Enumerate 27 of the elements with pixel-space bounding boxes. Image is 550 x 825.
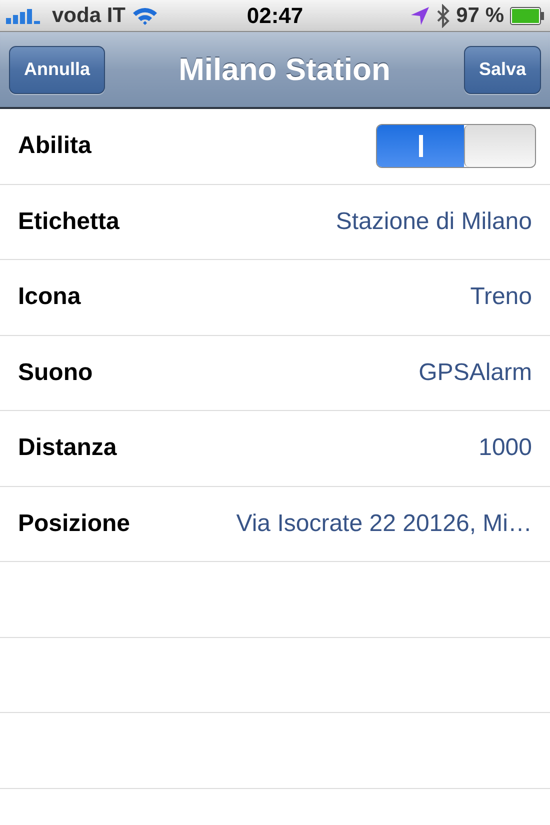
bluetooth-icon: [436, 4, 450, 28]
setting-label: Distanza: [18, 434, 117, 462]
toggle-switch[interactable]: [376, 124, 536, 168]
setting-value: GPSAlarm: [418, 358, 532, 387]
setting-value: Stazione di Milano: [336, 208, 532, 236]
setting-value: Via Isocrate 22 20126, Mi…: [236, 510, 532, 538]
battery-percentage: 97 %: [456, 4, 504, 28]
setting-label: Abilita: [18, 132, 92, 160]
setting-value: 1000: [478, 434, 532, 462]
carrier-name: voda IT: [52, 4, 126, 28]
settings-row[interactable]: Suono GPSAlarm: [0, 336, 550, 411]
location-arrow-icon: [410, 6, 430, 26]
setting-value: Treno: [470, 283, 532, 312]
settings-row[interactable]: Distanza 1000: [0, 411, 550, 486]
settings-row[interactable]: Etichetta Stazione di Milano: [0, 184, 550, 260]
clock-time: 02:47: [246, 2, 304, 28]
settings-row[interactable]: Icona Treno: [0, 260, 550, 336]
setting-label: Icona: [18, 283, 81, 312]
setting-label: Etichetta: [18, 208, 120, 236]
battery-icon: [510, 6, 544, 24]
setting-label: Posizione: [18, 510, 130, 538]
wifi-icon: [132, 6, 158, 26]
nav-title: Milano Station: [178, 52, 390, 88]
save-button[interactable]: Salva: [464, 46, 541, 94]
cancel-button[interactable]: Annulla: [9, 46, 105, 94]
setting-label: Suono: [18, 358, 93, 387]
settings-row[interactable]: Posizione Via Isocrate 22 20126, Mi…: [0, 486, 550, 562]
